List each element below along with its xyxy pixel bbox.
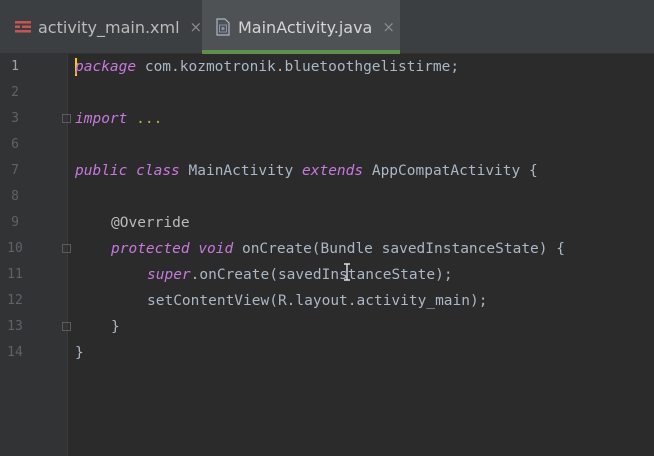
line-number: 2 [11, 85, 19, 100]
code-text: onCreate(Bundle savedInstanceState) { [233, 241, 565, 257]
keyword: super [147, 267, 191, 283]
line-number: 14 [7, 345, 23, 360]
line-number-gutter[interactable]: 1 2 3 6 7 8 9 10 11 12 13 14 [0, 54, 71, 456]
code-editor[interactable]: 1 2 3 6 7 8 9 10 11 12 13 14 package com… [0, 54, 654, 456]
line-number: 7 [11, 163, 19, 178]
fold-toggle-icon[interactable] [62, 322, 71, 331]
keyword: import [75, 111, 128, 127]
keyword: protected [111, 241, 190, 257]
line-number: 1 [11, 59, 19, 74]
keyword: extends [302, 163, 364, 179]
fold-toggle-icon[interactable] [62, 244, 71, 253]
tab-label: MainActivity.java [238, 17, 373, 37]
line-number: 3 [11, 111, 19, 126]
code-line-3: import ... [75, 106, 162, 132]
line-number: 13 [7, 319, 23, 334]
tab-label: activity_main.xml [38, 17, 180, 37]
code-text: .onCreate(savedInstanceState); [190, 267, 453, 283]
code-line-1: package com.kozmotronik.bluetoothgelisti… [75, 54, 459, 80]
keyword: class [136, 163, 180, 179]
folded-imports[interactable]: ... [127, 111, 162, 127]
text-cursor-icon [343, 263, 351, 281]
code-line-13: } [111, 314, 120, 340]
close-icon[interactable]: × [190, 18, 203, 36]
code-line-14: } [75, 340, 84, 366]
line-number: 6 [11, 137, 19, 152]
code-line-10: protected void onCreate(Bundle savedInst… [111, 236, 565, 262]
line-number: 10 [7, 241, 23, 256]
annotation: @Override [111, 215, 190, 231]
code-text: com.kozmotronik.bluetoothgelistirme; [136, 59, 460, 75]
java-class-icon [214, 18, 232, 36]
code-text: AppCompatActivity { [363, 163, 538, 179]
code-line-12: setContentView(R.layout.activity_main); [147, 288, 487, 314]
code-text: } [111, 319, 120, 335]
close-icon[interactable]: × [382, 18, 395, 36]
code-line-7: public class MainActivity extends AppCom… [75, 158, 538, 184]
keyword: package [75, 59, 137, 75]
code-text: setContentView(R.layout.activity_main); [147, 293, 488, 309]
line-number: 12 [7, 293, 23, 308]
layout-xml-icon [14, 18, 32, 36]
tab-main-activity-java[interactable]: MainActivity.java × [202, 0, 400, 54]
editor-tab-bar: activity_main.xml × MainActivity.java × [0, 0, 654, 54]
code-line-9: @Override [111, 210, 190, 236]
fold-toggle-icon[interactable] [62, 114, 71, 123]
code-area[interactable]: package com.kozmotronik.bluetoothgelisti… [75, 54, 654, 456]
line-number: 9 [11, 215, 19, 230]
class-name: MainActivity [179, 163, 302, 179]
line-number: 11 [7, 267, 23, 282]
code-line-11: super.onCreate(savedInstanceState); [147, 262, 453, 288]
code-text: } [75, 345, 84, 361]
line-number: 8 [11, 189, 19, 204]
keyword: public [75, 163, 128, 179]
tab-activity-main-xml[interactable]: activity_main.xml × [14, 0, 202, 54]
keyword: void [198, 241, 234, 257]
